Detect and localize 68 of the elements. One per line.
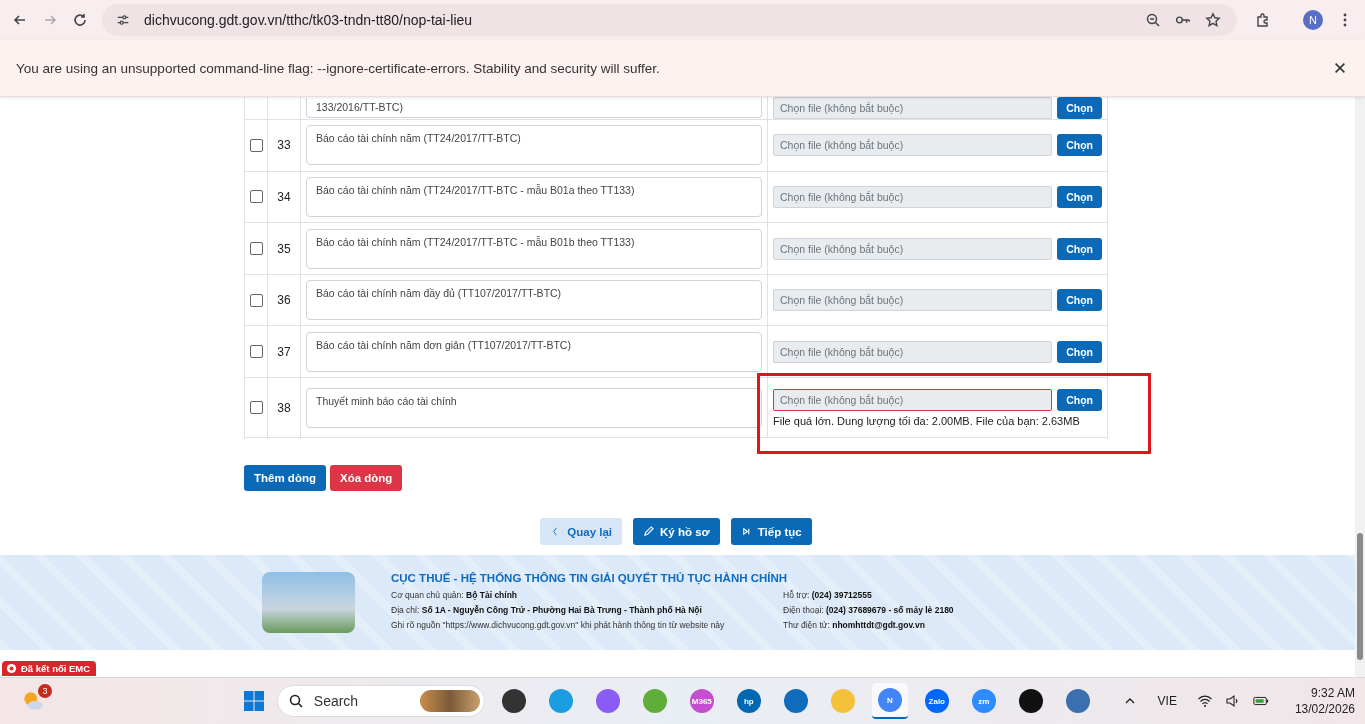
- connection-badge: Đã kết nối EMC: [2, 661, 97, 676]
- file-input[interactable]: Chọn file (không bắt buộc): [773, 134, 1053, 157]
- row-action-button[interactable]: Xóa dòng: [329, 465, 403, 491]
- row-checkbox[interactable]: [249, 401, 263, 414]
- scrollbar[interactable]: [1355, 97, 1365, 677]
- file-input[interactable]: Chọn file (không bắt buộc): [773, 289, 1053, 312]
- choose-button[interactable]: Chọn: [1057, 185, 1102, 208]
- row-checkbox[interactable]: [249, 293, 263, 307]
- description-field[interactable]: Báo cáo tài chính năm (TT24/2017/TT-BTC): [306, 125, 762, 166]
- choose-button[interactable]: Chọn: [1057, 134, 1102, 157]
- row-checkbox[interactable]: [249, 345, 263, 359]
- close-icon[interactable]: [1333, 61, 1347, 75]
- choose-button[interactable]: Chọn: [1057, 289, 1102, 312]
- choose-button[interactable]: Chọn: [1057, 340, 1102, 363]
- footer-info: Cơ quan chủ quản: Bộ Tài chính: [391, 590, 519, 600]
- footer-info: Ghi rõ nguồn "https://www.dichvucong.gdt.gov.vn" khi phát hành thông tin từ website này: [391, 620, 726, 630]
- footer-info: Thư điện tử: nhomhttdt@gdt.gov.vn: [783, 620, 926, 630]
- nav-button[interactable]: Ký hồ sơ: [633, 518, 720, 545]
- extensions-icon[interactable]: [1255, 12, 1271, 28]
- description-field[interactable]: Báo cáo tài chính năm (TT24/2017/TT-BTC - mẫu B01a theo TT133): [306, 176, 762, 217]
- clock[interactable]: 9:32 AM 13/02/2026: [1294, 685, 1355, 717]
- file-input[interactable]: Chọn file (không bắt buộc): [773, 97, 1053, 119]
- notification-badge: 3: [38, 684, 52, 698]
- row-number: 33: [277, 138, 291, 153]
- site-settings-icon[interactable]: [116, 13, 130, 27]
- warning-message: You are using an unsupported command-line flag: --ignore-certificate-errors. Stability and security will suffer.: [16, 60, 660, 76]
- description-field[interactable]: 133/2016/TT-BTC): [306, 97, 762, 118]
- nav-button[interactable]: Quay lại: [540, 518, 623, 545]
- windows-start-icon[interactable]: [241, 689, 266, 713]
- search-icon: [287, 693, 304, 709]
- row-checkbox[interactable]: [249, 242, 263, 255]
- description-field[interactable]: Báo cáo tài chính năm (TT24/2017/TT-BTC - mẫu B01b theo TT133): [306, 228, 762, 269]
- file-input[interactable]: Chọn file (không bắt buộc): [773, 185, 1053, 208]
- file-input[interactable]: Chọn file (không bắt buộc): [773, 237, 1053, 260]
- footer-info: Hỗ trợ: (024) 39712555: [783, 590, 873, 600]
- choose-button[interactable]: Chọn: [1057, 388, 1102, 411]
- row-number: 38: [277, 400, 291, 415]
- profile-avatar[interactable]: N: [1303, 10, 1323, 30]
- description-field[interactable]: Báo cáo tài chính năm đầy đủ (TT107/2017/TT-BTC): [306, 280, 762, 321]
- row-action-button[interactable]: Thêm dòng: [244, 465, 326, 491]
- pencil-icon: [643, 526, 655, 537]
- row-number: 34: [277, 189, 291, 204]
- file-input[interactable]: Chọn file (không bắt buộc): [773, 340, 1053, 363]
- wifi-icon[interactable]: [1196, 693, 1213, 709]
- footer-info: Địa chỉ: Số 1A - Nguyễn Công Trứ - Phường Hai Bà Trưng - Thành phố Hà Nội: [391, 605, 703, 615]
- taskbar-search-field[interactable]: Search: [276, 685, 485, 717]
- nav-button[interactable]: Tiếp tục: [730, 518, 812, 545]
- row-checkbox[interactable]: [249, 138, 263, 152]
- error-message: File quá lớn. Dung lượng tối đa: 2.00MB. File của bạn: 2.63MB: [773, 414, 1081, 427]
- choose-button[interactable]: Chọn: [1057, 237, 1102, 260]
- reload-icon[interactable]: [72, 12, 88, 28]
- file-input[interactable]: Chọn file (không bắt buộc): [773, 388, 1053, 411]
- description-field[interactable]: Thuyết minh báo cáo tài chính: [306, 387, 762, 428]
- row-number: 35: [277, 241, 291, 256]
- row-number: 36: [277, 293, 291, 308]
- footer-title: CỤC THUẾ - HỆ THỐNG THÔNG TIN GIẢI QUYẾT THỦ TỤC HÀNH CHÍNH: [391, 572, 789, 584]
- address-bar[interactable]: dichvucong.gdt.gov.vn/tthc/tk03-tndn-tt80/nop-tai-lieu: [102, 4, 1237, 36]
- language-indicator[interactable]: VIE: [1157, 694, 1177, 708]
- choose-button[interactable]: Chọn: [1057, 97, 1102, 119]
- description-field[interactable]: Báo cáo tài chính năm đơn giản (TT107/2017/TT-BTC): [306, 331, 762, 372]
- zoom-icon[interactable]: [1145, 12, 1161, 28]
- skip-forward-icon: [740, 526, 752, 537]
- footer-info: Điện thoại: (024) 37689679 - số máy lẻ 2180: [783, 605, 954, 615]
- taskbar-app-icon[interactable]: N: [871, 683, 908, 719]
- row-number: 37: [277, 344, 291, 359]
- star-icon[interactable]: [1205, 12, 1221, 28]
- row-checkbox[interactable]: [249, 190, 263, 204]
- url-text: dichvucong.gdt.gov.vn/tthc/tk03-tndn-tt80/nop-tai-lieu: [144, 12, 473, 28]
